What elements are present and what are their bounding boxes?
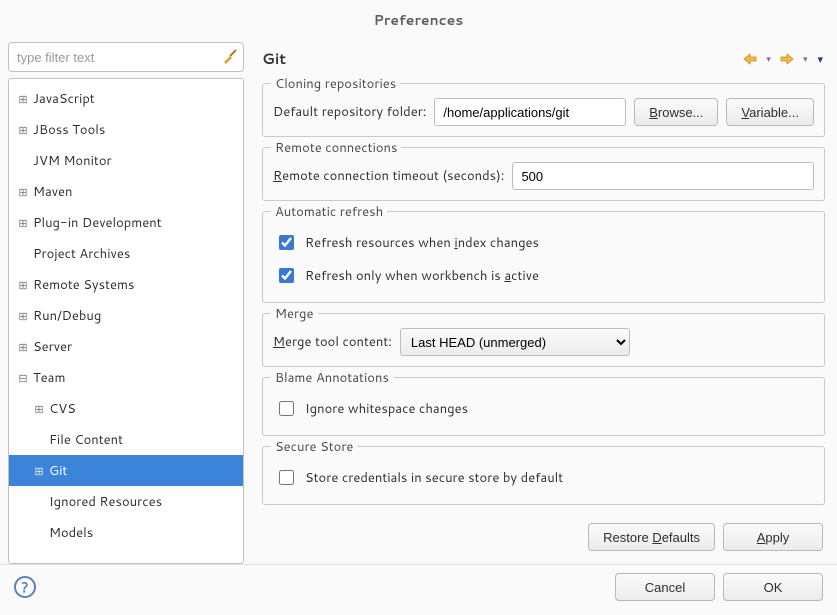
tree-item-label: Ignored Resources: [47, 493, 162, 511]
expand-icon[interactable]: ⊞: [15, 277, 31, 293]
tree-item-label: Team: [31, 369, 65, 387]
view-menu-icon[interactable]: ▾: [815, 51, 825, 67]
tree-item-server[interactable]: ⊞Server: [9, 331, 243, 362]
help-icon[interactable]: ?: [14, 576, 36, 598]
expand-icon[interactable]: ⊞: [15, 308, 31, 324]
sidebar: ⊞JavaScript⊞JBoss ToolsJVM Monitor⊞Maven…: [8, 42, 244, 564]
browse-button[interactable]: Browse...: [634, 98, 718, 126]
nav-back-icon[interactable]: [742, 52, 758, 66]
default-folder-label: Default repository folder:: [273, 103, 426, 121]
nav-forward-icon[interactable]: [779, 52, 795, 66]
tree-item-jboss-tools[interactable]: ⊞JBoss Tools: [9, 114, 243, 145]
group-secure-title: Secure Store: [271, 438, 357, 456]
timeout-input[interactable]: [512, 162, 814, 190]
tree-item-javascript[interactable]: ⊞JavaScript: [9, 83, 243, 114]
tree-item-ignored-resources[interactable]: Ignored Resources: [9, 486, 243, 517]
apply-button[interactable]: Apply: [723, 523, 823, 551]
cancel-button[interactable]: Cancel: [615, 573, 715, 601]
nav-toolbar: ▾ ▾ ▾: [742, 51, 825, 67]
tree-spacer: [31, 525, 47, 541]
tree-item-label: Git: [47, 462, 67, 480]
refresh-active-label: Refresh only when workbench is active: [305, 267, 539, 285]
tree-item-project-archives[interactable]: Project Archives: [9, 238, 243, 269]
expand-icon[interactable]: ⊞: [15, 339, 31, 355]
expand-icon[interactable]: ⊞: [31, 401, 47, 417]
refresh-index-label: Refresh resources when index changes: [305, 234, 539, 252]
tree-item-git[interactable]: ⊞Git: [9, 455, 243, 486]
page-title: Git: [262, 48, 742, 69]
expand-icon[interactable]: ⊞: [15, 184, 31, 200]
tree-item-maven[interactable]: ⊞Maven: [9, 176, 243, 207]
filter-input[interactable]: [8, 42, 244, 72]
tree-item-label: Server: [31, 338, 72, 356]
expand-icon[interactable]: ⊞: [15, 215, 31, 231]
tree-item-team[interactable]: ⊟Team: [9, 362, 243, 393]
group-remote-title: Remote connections: [271, 139, 401, 157]
tree-item-label: Plug-in Development: [31, 214, 162, 232]
tree-spacer: [15, 153, 31, 169]
tree-spacer: [15, 246, 31, 262]
timeout-label: Remote connection timeout (seconds):: [273, 167, 504, 185]
tree-item-file-content[interactable]: File Content: [9, 424, 243, 455]
expand-icon[interactable]: ⊞: [15, 122, 31, 138]
group-merge: Merge Merge tool content: Last HEAD (unm…: [262, 313, 825, 367]
collapse-icon[interactable]: ⊟: [15, 370, 31, 386]
group-blame-title: Blame Annotations: [271, 369, 393, 387]
group-cloning-title: Cloning repositories: [271, 75, 400, 93]
tree-item-models[interactable]: Models: [9, 517, 243, 548]
group-autorefresh-title: Automatic refresh: [271, 203, 387, 221]
tree-item-label: Project Archives: [31, 245, 130, 263]
content-area: Git ▾ ▾ ▾ Cloning repositories De: [244, 42, 829, 564]
tree-item-label: Run/Debug: [31, 307, 101, 325]
tree-item-label: JBoss Tools: [31, 121, 105, 139]
refresh-index-checkbox[interactable]: [279, 235, 294, 250]
ignore-whitespace-checkbox[interactable]: [279, 401, 294, 416]
preference-tree[interactable]: ⊞JavaScript⊞JBoss ToolsJVM Monitor⊞Maven…: [8, 78, 244, 564]
secure-store-label: Store credentials in secure store by def…: [305, 469, 563, 487]
tree-item-jvm-monitor[interactable]: JVM Monitor: [9, 145, 243, 176]
ok-button[interactable]: OK: [723, 573, 823, 601]
variable-button[interactable]: Variable...: [726, 98, 814, 126]
tree-spacer: [31, 494, 47, 510]
tree-item-run-debug[interactable]: ⊞Run/Debug: [9, 300, 243, 331]
group-cloning: Cloning repositories Default repository …: [262, 83, 825, 137]
tree-item-remote-systems[interactable]: ⊞Remote Systems: [9, 269, 243, 300]
tree-item-label: Models: [47, 524, 93, 542]
tree-item-cvs[interactable]: ⊞CVS: [9, 393, 243, 424]
secure-store-checkbox[interactable]: [279, 470, 294, 485]
group-blame: Blame Annotations Ignore whitespace chan…: [262, 377, 825, 436]
tree-spacer: [31, 432, 47, 448]
group-merge-title: Merge: [271, 305, 318, 323]
expand-icon[interactable]: ⊞: [31, 463, 47, 479]
tree-item-label: JVM Monitor: [31, 152, 112, 170]
refresh-active-checkbox[interactable]: [279, 268, 294, 283]
merge-tool-select[interactable]: Last HEAD (unmerged): [400, 328, 630, 356]
group-secure: Secure Store Store credentials in secure…: [262, 446, 825, 505]
group-remote: Remote connections Remote connection tim…: [262, 147, 825, 201]
tree-item-label: CVS: [47, 400, 76, 418]
nav-back-menu-icon[interactable]: ▾: [764, 52, 773, 65]
window-title: Preferences: [0, 0, 837, 42]
default-folder-input[interactable]: [434, 98, 626, 126]
merge-tool-label: Merge tool content:: [273, 333, 392, 351]
nav-forward-menu-icon[interactable]: ▾: [801, 52, 810, 65]
tree-item-plug-in-development[interactable]: ⊞Plug-in Development: [9, 207, 243, 238]
ignore-whitespace-label: Ignore whitespace changes: [305, 400, 468, 418]
tree-item-label: Maven: [31, 183, 73, 201]
tree-item-label: JavaScript: [31, 90, 95, 108]
group-autorefresh: Automatic refresh Refresh resources when…: [262, 211, 825, 303]
tree-item-label: File Content: [47, 431, 123, 449]
expand-icon[interactable]: ⊞: [15, 91, 31, 107]
tree-item-label: Remote Systems: [31, 276, 134, 294]
restore-defaults-button[interactable]: Restore Defaults: [588, 523, 715, 551]
